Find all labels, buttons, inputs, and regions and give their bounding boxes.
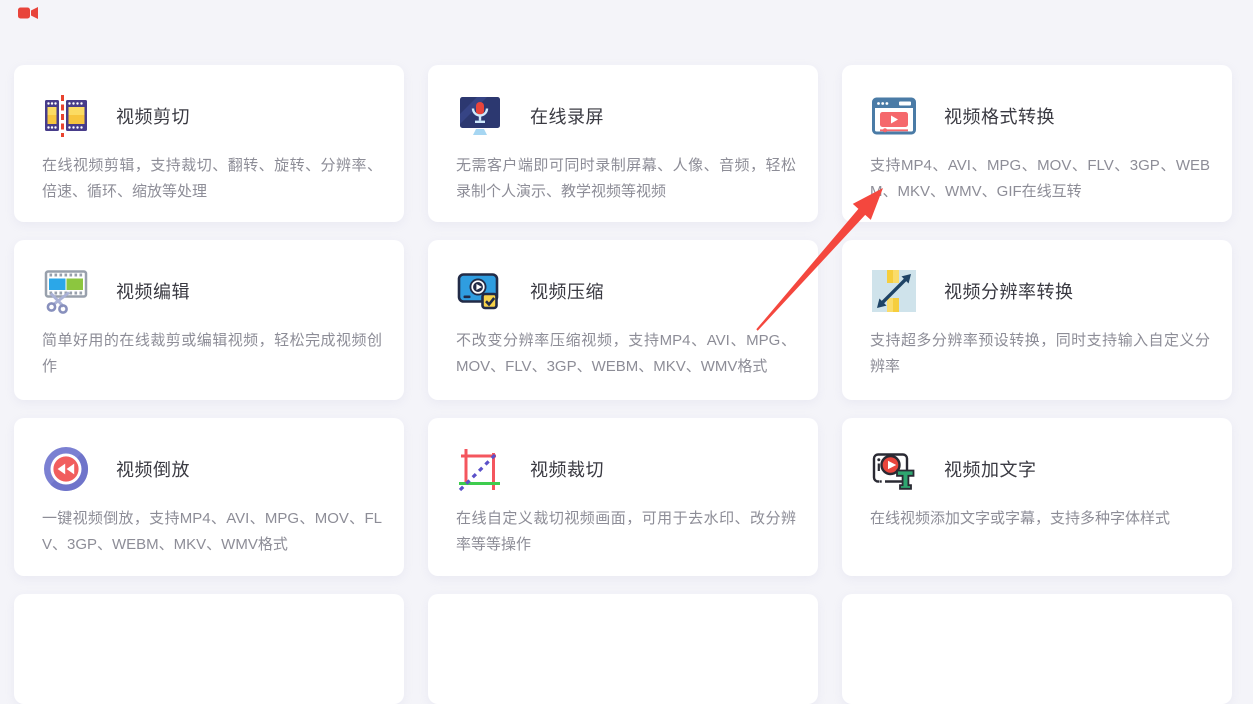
card-description: 一键视频倒放，支持MP4、AVI、MPG、MOV、FLV、3GP、WEBM、MK…	[42, 510, 382, 553]
card-description: 不改变分辨率压缩视频，支持MP4、AVI、MPG、MOV、FLV、3GP、WEB…	[456, 332, 796, 375]
card-description: 在线视频剪辑，支持裁切、翻转、旋转、分辨率、倍速、循环、缩放等处理	[42, 157, 382, 200]
card-head: 视频分辨率转换	[870, 267, 1210, 315]
resolution-convert-icon	[870, 267, 918, 315]
tool-card-grid: 视频剪切 在线视频剪辑，支持裁切、翻转、旋转、分辨率、倍速、循环、缩放等处理 在…	[14, 65, 1232, 704]
card-head: 在线录屏	[456, 92, 796, 140]
card-head: 视频格式转换	[870, 92, 1210, 140]
crop-icon	[456, 445, 504, 493]
card-title: 视频裁切	[530, 460, 604, 480]
card-head: 视频裁切	[456, 445, 796, 493]
film-edit-icon	[42, 267, 90, 315]
video-compress-icon	[456, 267, 504, 315]
add-text-icon	[870, 445, 918, 493]
partial-card[interactable]	[14, 594, 404, 704]
card-head: 视频压缩	[456, 267, 796, 315]
card-video-reverse[interactable]: 视频倒放 一键视频倒放，支持MP4、AVI、MPG、MOV、FLV、3GP、WE…	[14, 418, 404, 576]
card-description: 支持超多分辨率预设转换，同时支持输入自定义分辨率	[870, 332, 1210, 375]
red-video-camera-mark	[18, 7, 38, 19]
card-format-convert[interactable]: 视频格式转换 支持MP4、AVI、MPG、MOV、FLV、3GP、WEBM、MK…	[842, 65, 1232, 222]
card-title: 视频剪切	[116, 107, 190, 127]
card-screen-record[interactable]: 在线录屏 无需客户端即可同时录制屏幕、人像、音频，轻松录制个人演示、教学视频等视…	[428, 65, 818, 222]
card-head: 视频编辑	[42, 267, 382, 315]
card-title: 视频加文字	[944, 460, 1037, 480]
rewind-icon	[42, 445, 90, 493]
card-title: 视频压缩	[530, 282, 604, 302]
card-title: 在线录屏	[530, 107, 604, 127]
card-head: 视频剪切	[42, 92, 382, 140]
card-video-edit[interactable]: 视频编辑 简单好用的在线裁剪或编辑视频，轻松完成视频创作	[14, 240, 404, 400]
card-video-crop[interactable]: 视频裁切 在线自定义裁切视频画面，可用于去水印、改分辨率等等操作	[428, 418, 818, 576]
card-title: 视频格式转换	[944, 107, 1055, 127]
card-description: 简单好用的在线裁剪或编辑视频，轻松完成视频创作	[42, 332, 382, 375]
card-add-text[interactable]: 视频加文字 在线视频添加文字或字幕，支持多种字体样式	[842, 418, 1232, 576]
card-video-compress[interactable]: 视频压缩 不改变分辨率压缩视频，支持MP4、AVI、MPG、MOV、FLV、3G…	[428, 240, 818, 400]
card-title: 视频倒放	[116, 460, 190, 480]
card-title: 视频编辑	[116, 282, 190, 302]
format-convert-icon	[870, 92, 918, 140]
card-description: 无需客户端即可同时录制屏幕、人像、音频，轻松录制个人演示、教学视频等视频	[456, 157, 796, 200]
partial-card[interactable]	[842, 594, 1232, 704]
card-title: 视频分辨率转换	[944, 282, 1074, 302]
card-head: 视频倒放	[42, 445, 382, 493]
card-description: 在线视频添加文字或字幕，支持多种字体样式	[870, 510, 1171, 527]
card-description: 支持MP4、AVI、MPG、MOV、FLV、3GP、WEBM、MKV、WMV、G…	[870, 157, 1210, 200]
screen-record-icon	[456, 92, 504, 140]
card-head: 视频加文字	[870, 445, 1210, 493]
card-resolution-convert[interactable]: 视频分辨率转换 支持超多分辨率预设转换，同时支持输入自定义分辨率	[842, 240, 1232, 400]
film-cut-icon	[42, 92, 90, 140]
card-description: 在线自定义裁切视频画面，可用于去水印、改分辨率等等操作	[456, 510, 796, 553]
partial-card[interactable]	[428, 594, 818, 704]
card-video-cut[interactable]: 视频剪切 在线视频剪辑，支持裁切、翻转、旋转、分辨率、倍速、循环、缩放等处理	[14, 65, 404, 222]
